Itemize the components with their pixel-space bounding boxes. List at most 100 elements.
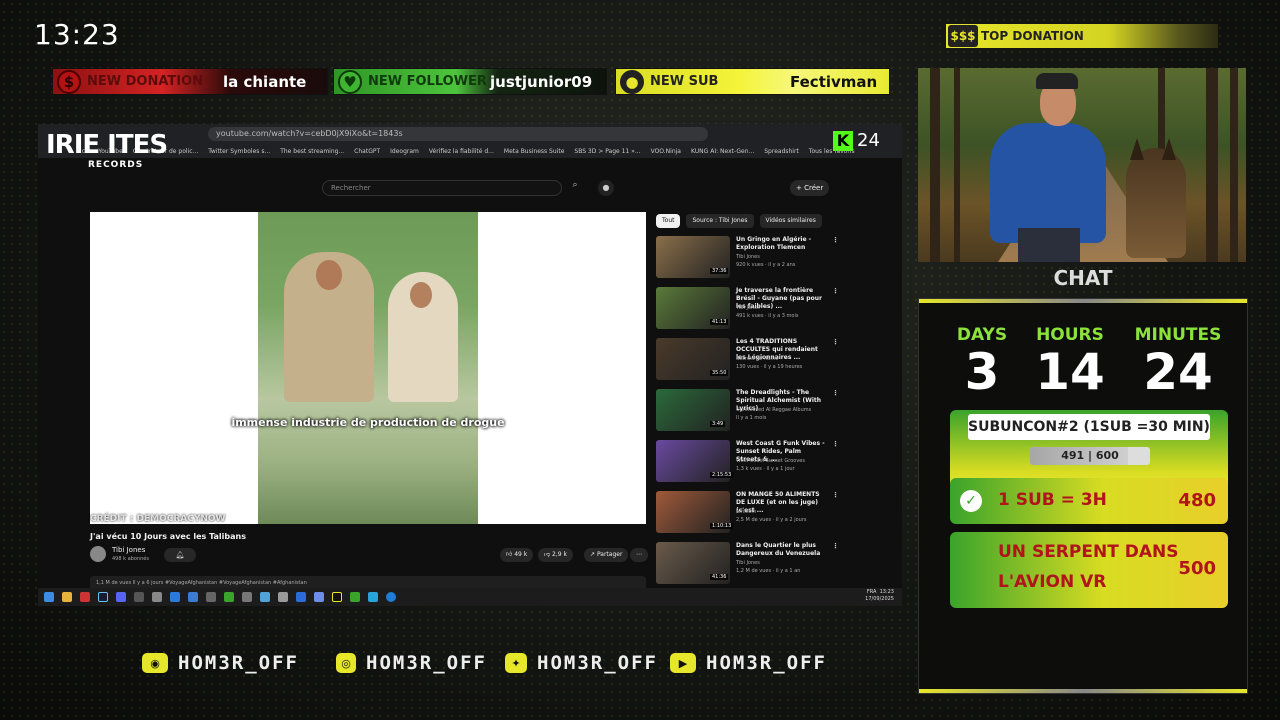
create-button[interactable]: + Créer	[790, 180, 830, 196]
recommendation-item[interactable]: 41:13 Je traverse la frontière Brésil - G…	[656, 287, 856, 331]
more-vert-icon[interactable]: ⋮	[832, 440, 839, 448]
app-icon[interactable]	[260, 592, 270, 602]
app-icon[interactable]	[314, 592, 324, 602]
recommendation-item[interactable]: 37:36 Un Gringo en Algérie - Exploration …	[656, 236, 856, 280]
youtube-icon: ▶	[670, 653, 696, 673]
app-icon[interactable]	[170, 592, 180, 602]
video-title: Dans le Quartier le plus Dangereux du Ve…	[736, 542, 821, 557]
app-icon[interactable]	[224, 592, 234, 602]
dollar-icon: $	[57, 69, 81, 94]
video-duration: 41:36	[710, 574, 729, 580]
dislike-count: 2,9 k	[552, 551, 567, 558]
app-icon[interactable]	[350, 592, 360, 602]
more-vert-icon[interactable]: ⋮	[832, 542, 839, 550]
bookmark[interactable]: KUNG AI: Next-Gen...	[691, 148, 754, 155]
bookmark[interactable]: ChatGPT	[354, 148, 380, 155]
bookmark[interactable]: VOO.Ninja	[651, 148, 681, 155]
windows-start-icon[interactable]	[44, 592, 54, 602]
bookmark[interactable]: Ideogram	[390, 148, 419, 155]
share-button[interactable]: ↗ Partager	[584, 548, 629, 562]
vpn-icon[interactable]	[296, 592, 306, 602]
user-icon: ●	[620, 69, 644, 94]
hours-label: HOURS	[1036, 325, 1104, 345]
bookmark[interactable]: Spreadshirt	[764, 148, 799, 155]
discord-icon[interactable]	[116, 592, 126, 602]
goal-count: 491 | 600	[1061, 449, 1119, 462]
language-indicator[interactable]: FRA	[867, 589, 877, 595]
video-duration: 35:50	[710, 370, 729, 376]
bookmark[interactable]: Twitter Symboles s...	[208, 148, 270, 155]
app-icon[interactable]	[278, 592, 288, 602]
taskbar-time: 13:23	[879, 589, 894, 595]
instagram-icon: ◎	[336, 653, 356, 673]
steam-icon[interactable]	[98, 592, 108, 602]
video-duration: 37:36	[710, 268, 729, 274]
search-input[interactable]: Rechercher	[322, 180, 562, 196]
more-vert-icon[interactable]: ⋮	[832, 338, 839, 346]
video-meta: Il y a 1 mois	[736, 415, 767, 421]
channel-subscribers: 498 k abonnés	[112, 556, 149, 562]
check-icon: ✓	[960, 490, 982, 512]
dislike-button[interactable]: 👎︎ 2,9 k	[538, 548, 573, 562]
chip-similar[interactable]: Vidéos similaires	[759, 214, 822, 228]
recommendation-item[interactable]: 1:10:13 ON MANGE 50 ALIMENTS DE LUXE (et …	[656, 491, 856, 535]
bell-icon[interactable]: 🔔︎	[164, 548, 196, 562]
edge-icon[interactable]	[386, 592, 396, 602]
channel-name: Tibi Jones	[736, 254, 760, 260]
more-vert-icon[interactable]: ⋮	[832, 287, 839, 295]
video-meta: 2,5 M de vues · il y a 2 jours	[736, 517, 807, 523]
more-options-button[interactable]: ⋯	[630, 548, 648, 562]
bookmark[interactable]: Vérifiez la fiabilité d...	[429, 148, 494, 155]
mic-icon[interactable]: ●	[598, 180, 614, 196]
app-icon[interactable]	[242, 592, 252, 602]
app-icon[interactable]	[368, 592, 378, 602]
video-title: Un Gringo en Algérie - Exploration Tlemc…	[736, 236, 812, 251]
app-icon[interactable]	[332, 592, 342, 602]
recommendation-item[interactable]: 3:49 The Dreadlights - The Spiritual Alch…	[656, 389, 856, 433]
chip-source[interactable]: Source : Tibi Jones	[686, 214, 754, 228]
more-vert-icon[interactable]: ⋮	[832, 491, 839, 499]
goal-points: 500	[1178, 558, 1216, 579]
goal-row: ✓ 1 SUB = 3H 480	[950, 478, 1228, 524]
app-icon[interactable]	[188, 592, 198, 602]
settings-icon[interactable]	[152, 592, 162, 602]
recommendation-item[interactable]: 2:15:53 West Coast G Funk Vibes - Sunset …	[656, 440, 856, 484]
top-donation-label: TOP DONATION	[981, 29, 1084, 43]
video-player[interactable]: immense industrie de production de drogu…	[90, 212, 646, 524]
search-icon[interactable]: ⌕	[566, 180, 584, 196]
channel-name[interactable]: Tibi Jones	[112, 546, 145, 554]
avatar[interactable]	[90, 546, 106, 562]
recommendation-item[interactable]: 41:36 Dans le Quartier le plus Dangereux …	[656, 542, 856, 586]
video-meta: 130 vues · il y a 19 heures	[736, 364, 803, 370]
brave-icon[interactable]	[80, 592, 90, 602]
social-handle: HOM3R_OFF	[537, 652, 658, 674]
file-explorer-icon[interactable]	[62, 592, 72, 602]
subathon-panel: DAYS 3 HOURS 14 MINUTES 24 SUBUNCON#2 (1…	[918, 298, 1248, 694]
more-vert-icon[interactable]: ⋮	[832, 389, 839, 397]
address-bar[interactable]: youtube.com/watch?v=cebD0jX9iXo&t=1843s	[208, 127, 708, 141]
overlay-logo: IRIE ITES	[46, 130, 168, 160]
social-handle: HOM3R_OFF	[706, 652, 827, 674]
goal-points: 480	[1178, 490, 1216, 511]
chip-all[interactable]: Tout	[656, 214, 681, 228]
system-clock[interactable]: FRA 13:23 17/09/2025	[865, 589, 894, 603]
video-duration: 1:10:13	[710, 523, 734, 529]
minutes-label: MINUTES	[1134, 325, 1222, 345]
app-icon[interactable]	[206, 592, 216, 602]
recommendation-item[interactable]: 35:50 Les 4 TRADITIONS OCCULTES qui renda…	[656, 338, 856, 382]
bookmark[interactable]: The best streaming...	[280, 148, 344, 155]
bookmarks-bar: Kick YouTube Générateur de polic... Twit…	[38, 144, 902, 158]
goal-text-line2: L'AVION VR	[998, 572, 1107, 592]
alert-value: Fectivman	[790, 72, 878, 91]
like-count: 49 k	[514, 551, 528, 558]
video-frame	[258, 212, 478, 524]
bookmark[interactable]: SBS 3D > Page 11 »...	[574, 148, 640, 155]
bookmark[interactable]: Meta Business Suite	[504, 148, 565, 155]
money-icon: $$$	[948, 25, 978, 47]
more-vert-icon[interactable]: ⋮	[832, 236, 839, 244]
video-duration: 41:13	[710, 319, 729, 325]
discord-icon: ◉	[142, 653, 168, 673]
app-icon[interactable]	[134, 592, 144, 602]
video-duration: 3:49	[710, 421, 726, 427]
like-button[interactable]: 👍︎ 49 k	[500, 548, 534, 562]
